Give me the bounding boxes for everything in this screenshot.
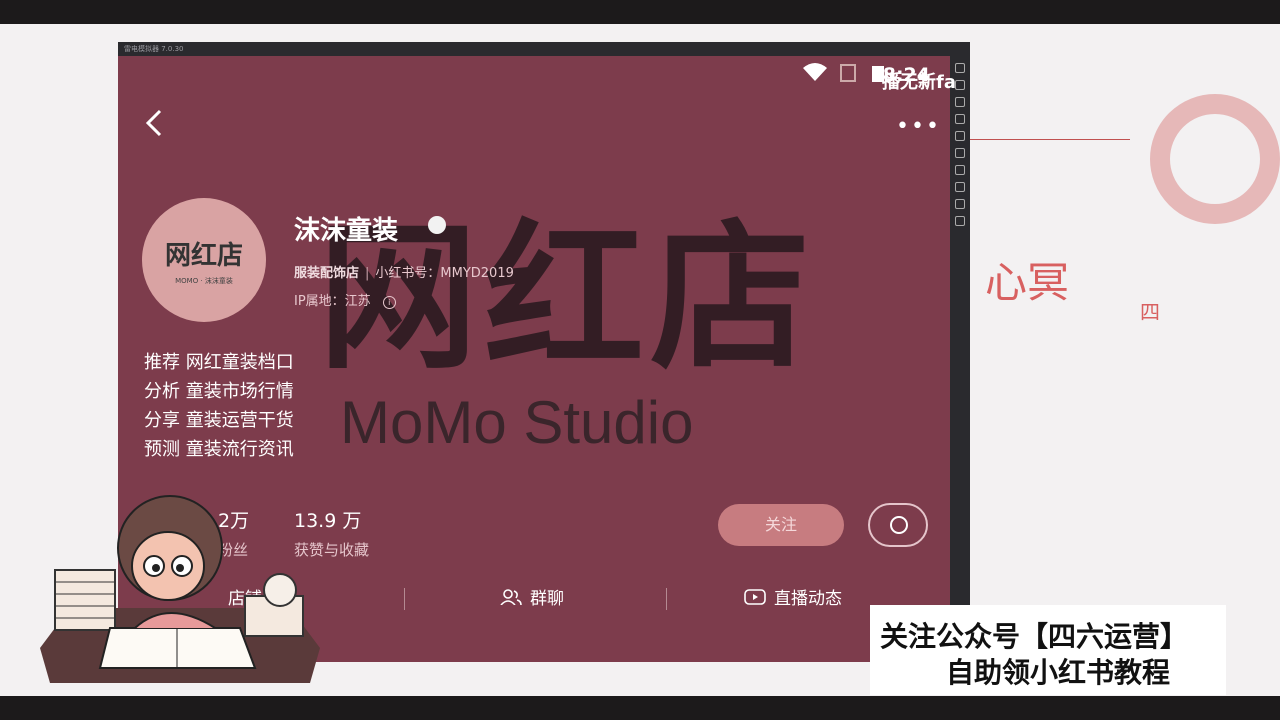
live-video-icon	[744, 588, 766, 605]
bio-line: 分享 童装运营干货	[144, 410, 294, 431]
handwriting-note: 心冥	[985, 258, 1070, 307]
profile-ip-label: IP属地：江苏	[294, 294, 371, 309]
bio-line: 分析 童装市场行情	[144, 381, 294, 402]
decorative-circle	[1150, 94, 1280, 224]
tab-live[interactable]: 直播动态	[744, 584, 842, 609]
bio-line: 推荐 网红童装档口	[144, 352, 294, 373]
tab-group[interactable]: 群聊	[500, 584, 564, 609]
promo-banner: 关注公众号【四六运营】 自助领小红书教程	[870, 605, 1226, 695]
profile-xhs-id[interactable]: 小红书号：MMYD2019	[375, 266, 513, 281]
avatar[interactable]: 网红店 MOMO · 沫沫童装	[142, 198, 266, 322]
tool-install-icon[interactable]	[955, 165, 965, 175]
profile-meta: 服装配饰店 | 小红书号：MMYD2019	[294, 266, 514, 281]
promo-line-1: 关注公众号【四六运营】	[880, 620, 1189, 653]
wifi-icon	[803, 63, 827, 81]
tool-folder-icon[interactable]	[955, 182, 965, 192]
cartoon-student-illustration	[40, 495, 320, 683]
handwriting-note-small: 四	[1140, 300, 1160, 324]
back-arrow-icon[interactable]	[144, 108, 164, 138]
tool-more-icon[interactable]	[955, 216, 965, 226]
profile-name: 沫沫童装	[294, 216, 399, 246]
avatar-logo-subtext: MOMO · 沫沫童装	[175, 276, 233, 285]
group-chat-icon	[500, 588, 522, 605]
tool-volume-up-icon[interactable]	[955, 80, 965, 90]
decorative-line	[970, 139, 1130, 140]
tab-divider	[404, 588, 405, 610]
cover-studio-text: MoMo Studio	[340, 389, 694, 456]
chat-bubble-icon	[890, 516, 908, 534]
cover-brand-text: 网红店	[318, 203, 817, 391]
overlay-caption: 播无新fa	[882, 72, 956, 93]
emulator-titlebar: 雷电模拟器 7.0.30	[118, 42, 970, 56]
tab-divider	[666, 588, 667, 610]
no-sim-icon	[840, 64, 856, 82]
message-button[interactable]	[868, 503, 928, 547]
more-options-icon[interactable]: •••	[896, 116, 941, 138]
bio-line: 预测 童装流行资讯	[144, 439, 294, 460]
profile-bio: 推荐 网红童装档口 分析 童装市场行情 分享 童装运营干货 预测 童装流行资讯	[144, 348, 294, 464]
tab-live-label: 直播动态	[774, 589, 842, 609]
profile-ip: IP属地：江苏 i	[294, 290, 396, 309]
emulator-toolbar	[950, 56, 970, 662]
tool-volume-down-icon[interactable]	[955, 97, 965, 107]
tool-keyboard-icon[interactable]	[955, 63, 965, 73]
tool-record-icon[interactable]	[955, 131, 965, 141]
profile-category: 服装配饰店	[294, 266, 360, 281]
promo-line-2: 自助领小红书教程	[946, 656, 1171, 689]
verified-badge-icon	[428, 216, 446, 234]
tool-shake-icon[interactable]	[955, 148, 965, 158]
tool-screenshot-icon[interactable]	[955, 114, 965, 124]
follow-button[interactable]: 关注	[718, 504, 844, 546]
tool-cut-icon[interactable]	[955, 199, 965, 209]
tab-group-label: 群聊	[530, 589, 564, 609]
info-icon[interactable]: i	[382, 296, 396, 309]
avatar-logo-text: 网红店	[164, 240, 243, 271]
